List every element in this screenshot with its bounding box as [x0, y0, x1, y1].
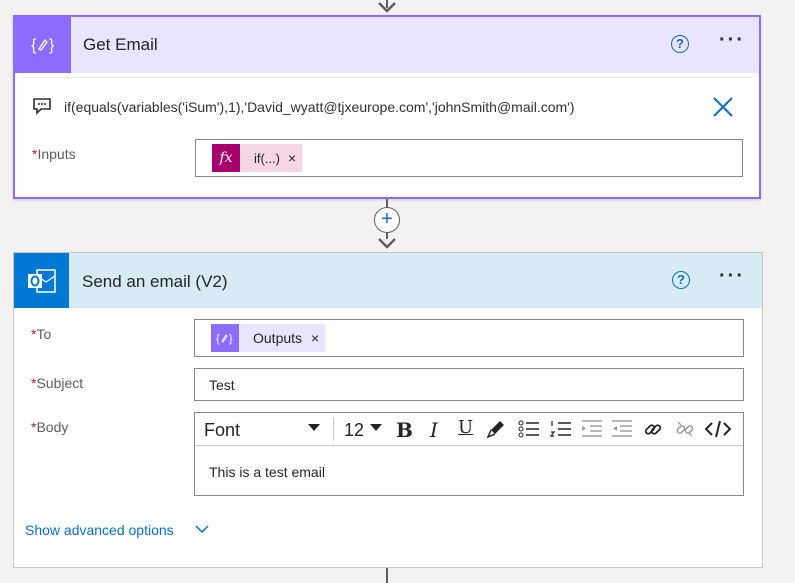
svg-text:{: {	[31, 37, 37, 54]
body-editor[interactable]: Font 12 B I U This is a test email	[194, 412, 744, 496]
inputs-label: *Inputs	[32, 146, 76, 162]
svg-text:{: {	[216, 333, 220, 345]
card-title: Get Email	[83, 35, 158, 54]
add-step-button[interactable]: +	[374, 207, 400, 233]
bullet-list-icon[interactable]	[518, 419, 540, 439]
link-icon[interactable]	[643, 419, 663, 439]
to-field[interactable]: {} Outputs ×	[194, 319, 744, 357]
numbered-list-icon[interactable]	[550, 419, 572, 439]
remove-token-icon[interactable]: ×	[311, 330, 319, 346]
body-text: This is a test email	[209, 464, 325, 480]
help-icon[interactable]: ?	[672, 271, 690, 289]
send-email-card: Send an email (V2) ? ··· *To {} Outputs …	[13, 252, 763, 568]
compose-action-icon: {}	[15, 17, 71, 73]
get-email-header[interactable]: {} Get Email ? ···	[15, 17, 759, 73]
chevron-down-icon[interactable]	[308, 424, 320, 432]
card-title: Send an email (V2)	[82, 272, 228, 291]
decrease-indent-icon[interactable]	[581, 419, 603, 439]
format-painter-icon[interactable]	[486, 419, 506, 439]
outputs-token[interactable]: {} Outputs ×	[211, 324, 326, 352]
show-advanced-options-link[interactable]: Show advanced options	[25, 522, 174, 538]
chevron-down-icon[interactable]	[194, 524, 210, 534]
get-email-card: {} Get Email ? ··· if(equals(variables('…	[13, 15, 761, 199]
compose-token-icon: {}	[211, 324, 239, 352]
unlink-icon[interactable]	[675, 419, 695, 439]
code-view-icon[interactable]	[705, 419, 731, 439]
subject-input[interactable]: Test	[194, 368, 744, 401]
to-label: *To	[31, 326, 52, 342]
expression-comment: if(equals(variables('iSum'),1),'David_wy…	[64, 99, 575, 115]
more-options-icon[interactable]: ···	[719, 265, 745, 288]
increase-indent-icon[interactable]	[611, 419, 633, 439]
close-icon[interactable]	[712, 96, 734, 118]
font-size-dropdown[interactable]: 12	[344, 420, 364, 441]
bottom-connector-line	[386, 568, 388, 583]
bold-button[interactable]: B	[396, 418, 413, 442]
underline-button[interactable]: U	[458, 417, 473, 438]
comment-icon[interactable]	[32, 97, 52, 115]
expression-token[interactable]: fx if(...) ×	[212, 144, 303, 172]
chevron-down-icon[interactable]	[370, 424, 382, 432]
fx-icon: fx	[212, 144, 240, 172]
italic-button[interactable]: I	[430, 418, 438, 442]
down-arrow-icon	[378, 2, 396, 13]
outlook-icon	[14, 253, 69, 308]
inputs-field[interactable]: fx if(...) ×	[195, 139, 743, 177]
down-arrow-icon	[378, 238, 396, 249]
font-dropdown[interactable]: Font	[204, 420, 240, 441]
more-options-icon[interactable]: ···	[719, 29, 745, 52]
svg-text:}: }	[229, 333, 233, 345]
body-label: *Body	[31, 419, 69, 435]
divider	[21, 77, 753, 78]
toolbar-divider	[333, 417, 334, 441]
svg-text:}: }	[49, 37, 55, 54]
editor-toolbar: Font 12 B I U	[195, 413, 743, 446]
send-email-header[interactable]: Send an email (V2) ? ···	[14, 253, 762, 308]
subject-label: *Subject	[31, 375, 84, 391]
help-icon[interactable]: ?	[671, 35, 689, 53]
remove-token-icon[interactable]: ×	[288, 150, 296, 166]
